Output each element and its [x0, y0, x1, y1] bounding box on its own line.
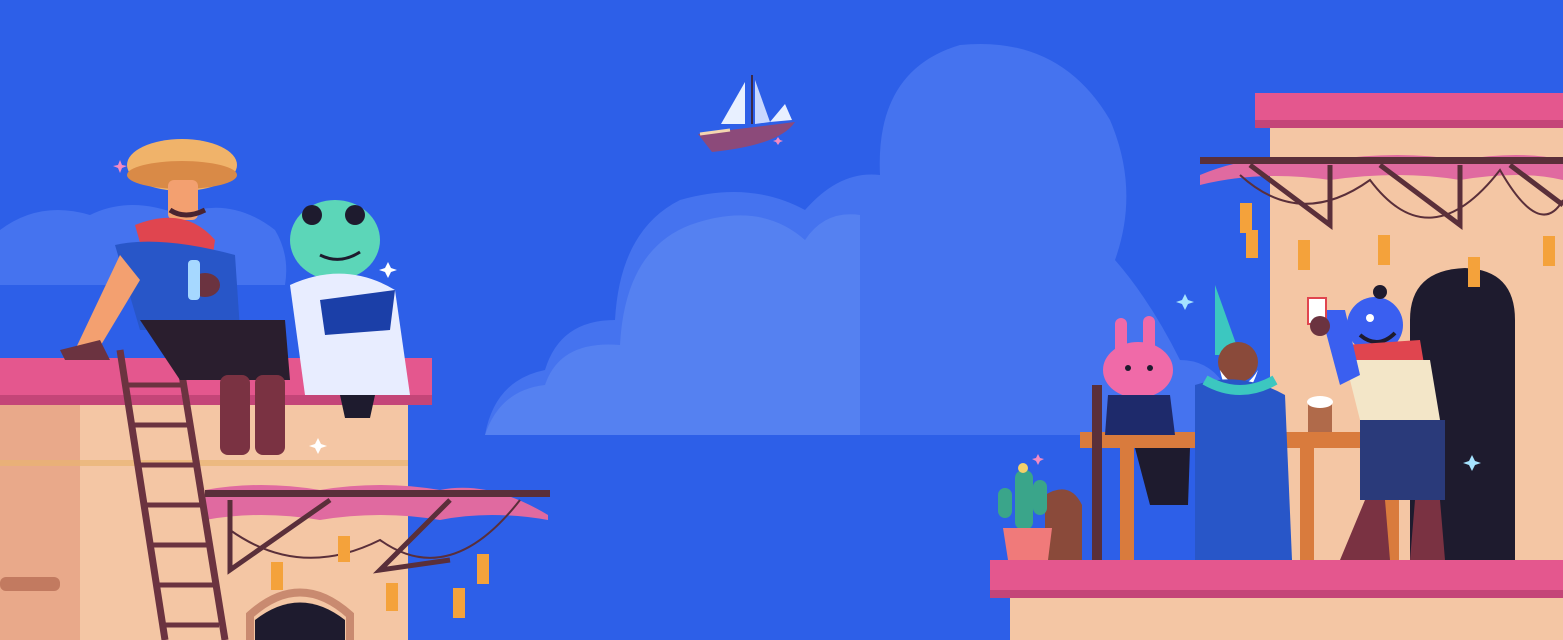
lantern-icon — [1378, 235, 1390, 265]
lantern-icon — [453, 588, 465, 618]
balcony-floor — [990, 560, 1563, 595]
lantern-icon — [1240, 203, 1252, 233]
lantern-icon — [1543, 236, 1555, 266]
lantern-icon — [386, 583, 398, 611]
lantern-icon — [1246, 230, 1258, 258]
hero-illustration — [0, 0, 1563, 640]
lantern-icon — [1468, 257, 1480, 287]
lantern-icon — [338, 536, 350, 562]
lantern-icon — [271, 562, 283, 590]
lantern-icon — [1298, 240, 1310, 270]
lantern-icon — [477, 554, 489, 584]
